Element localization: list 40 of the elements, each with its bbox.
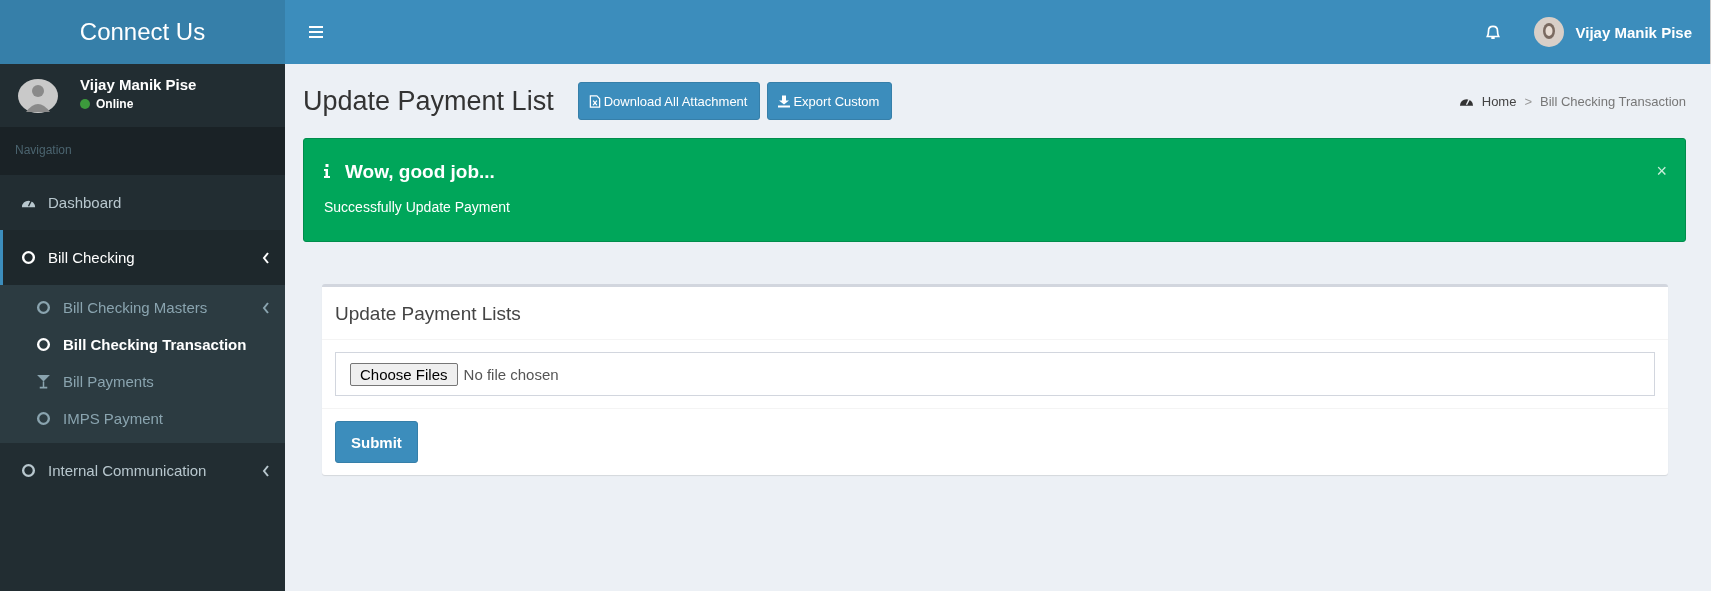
user-status: Online (96, 97, 134, 111)
brand-logo[interactable]: Connect Us (0, 0, 285, 64)
user-menu[interactable]: Vijay Manik Pise (1575, 23, 1692, 41)
choose-files-button[interactable]: Choose Files (350, 362, 458, 386)
breadcrumb-item: Bill Checking Transaction (1540, 93, 1686, 109)
bell-icon[interactable] (1483, 23, 1502, 41)
breadcrumb-separator: > (1524, 93, 1533, 109)
circle-icon (36, 411, 51, 426)
submenu-item[interactable]: Bill Payments (0, 363, 285, 400)
alert-message: Successfully Update Payment (324, 199, 511, 215)
page-title: Update Payment List (303, 85, 554, 117)
submenu-item[interactable]: Bill Checking Transaction (0, 326, 285, 363)
breadcrumb-item[interactable]: Home (1481, 93, 1517, 109)
avatar-icon[interactable] (1533, 17, 1564, 47)
sidebar-item[interactable]: Bill Checking (0, 230, 285, 285)
card-title: Update Payment Lists (322, 287, 1668, 340)
export-button[interactable]: Export Custom (767, 82, 893, 120)
circle-icon (36, 300, 51, 315)
glass-icon (36, 374, 51, 389)
alert-title: Wow, good job... (345, 161, 495, 183)
file-status: No file chosen (463, 365, 559, 383)
download-icon (778, 94, 791, 108)
submenu-item[interactable]: IMPS Payment (0, 400, 285, 437)
circle-icon (36, 337, 51, 352)
chevron-icon (262, 301, 270, 314)
nav-header: Navigation (0, 127, 285, 175)
submit-button[interactable]: Submit (335, 421, 418, 463)
file-input-field[interactable]: Choose Files No file chosen (335, 352, 1655, 396)
submenu-item[interactable]: Bill Checking Masters (0, 289, 285, 326)
chevron-icon (262, 464, 270, 477)
close-button[interactable]: × (1656, 161, 1667, 182)
chevron-icon (262, 251, 270, 264)
circle-icon (21, 463, 36, 478)
user-name: Vijay Manik Pise (80, 76, 197, 93)
download-button[interactable]: Download All Attachment (577, 82, 761, 120)
sidebar-item[interactable]: Internal Communication (0, 443, 285, 498)
circle-icon (21, 250, 36, 265)
sidebar-item[interactable]: Dashboard (0, 175, 285, 230)
online-dot-icon (80, 99, 90, 109)
file-icon (588, 94, 601, 108)
